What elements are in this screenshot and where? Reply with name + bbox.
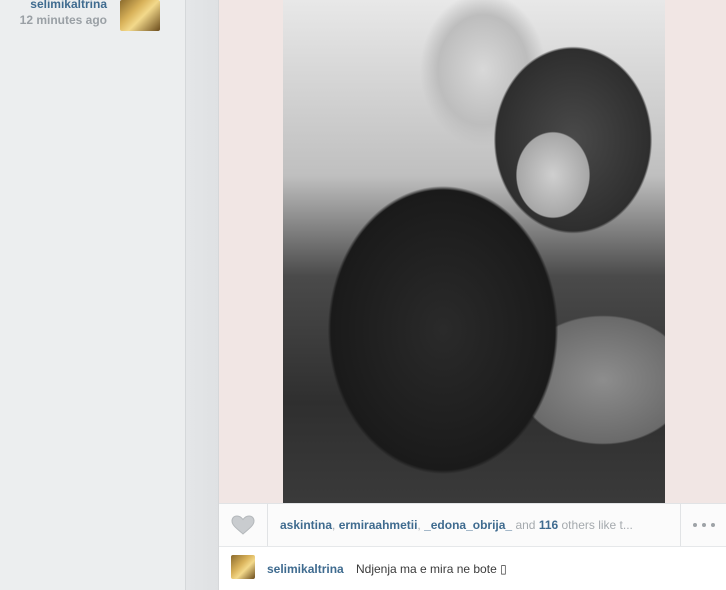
gutter: [186, 0, 218, 590]
more-options-button[interactable]: [680, 504, 726, 546]
avatar[interactable]: [120, 0, 160, 31]
likes-separator: ,: [332, 518, 339, 532]
likes-summary: askintina, ermiraahmetii, _edona_obrija_…: [280, 518, 674, 532]
likes-suffix: others like t...: [558, 518, 633, 532]
like-button[interactable]: [219, 504, 268, 546]
action-bar: askintina, ermiraahmetii, _edona_obrija_…: [219, 503, 726, 547]
likes-count[interactable]: 116: [539, 518, 558, 532]
feed-timestamp[interactable]: 12 minutes ago: [20, 13, 107, 27]
caption-text: Ndjenja ma e mira ne bote ▯: [356, 562, 507, 576]
post-photo[interactable]: [283, 0, 665, 503]
liker-link[interactable]: ermiraahmetii: [339, 518, 418, 532]
feed-username[interactable]: selimikaltrina: [30, 0, 107, 11]
heart-icon: [231, 515, 255, 535]
liker-link[interactable]: _edona_obrija_: [424, 518, 512, 532]
more-options-icon: [691, 523, 718, 527]
photo-frame: [219, 0, 726, 503]
feed-sidebar: selimikaltrina 12 minutes ago: [0, 0, 186, 590]
caption-row: selimikaltrina Ndjenja ma e mira ne bote…: [219, 546, 726, 590]
likes-conjunction: and: [512, 518, 539, 532]
caption-username[interactable]: selimikaltrina: [267, 562, 344, 576]
liker-link[interactable]: askintina: [280, 518, 332, 532]
avatar[interactable]: [231, 555, 255, 579]
post-card: askintina, ermiraahmetii, _edona_obrija_…: [218, 0, 726, 590]
